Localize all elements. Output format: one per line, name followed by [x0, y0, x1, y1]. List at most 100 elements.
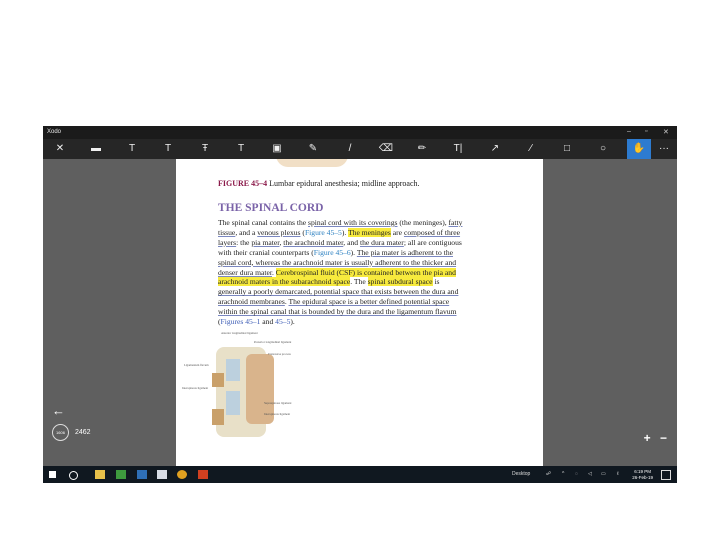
rectangle-tool-button[interactable]: □: [555, 139, 579, 159]
line-tool-button[interactable]: ∕: [519, 139, 543, 159]
label-interspinous-left: Interspinous ligament: [182, 386, 208, 390]
text-run: , and: [343, 237, 360, 247]
figure-caption-label: FIGURE 45–4: [218, 179, 268, 188]
file-explorer-icon[interactable]: [95, 470, 105, 479]
ligament-shape: [212, 373, 224, 387]
chrome-icon[interactable]: [177, 470, 187, 479]
page-indicator[interactable]: 1606 2462: [52, 424, 91, 441]
text-run: are: [390, 227, 404, 237]
label-posterior: Posterior longitudinal ligament: [254, 340, 291, 344]
people-icon[interactable]: ☍: [546, 471, 551, 477]
disc-shape: [226, 359, 240, 381]
highlighted-text: spinal subdural space: [367, 277, 433, 287]
underlined-text: venous plexus: [257, 227, 301, 237]
comment-tool-button[interactable]: ▬: [84, 139, 108, 159]
text-run: . The: [350, 277, 368, 287]
monitor-app-icon[interactable]: [137, 470, 147, 479]
volume-icon[interactable]: ◁: [588, 471, 592, 477]
search-icon[interactable]: [69, 471, 78, 480]
close-doc-button[interactable]: ✕: [48, 139, 72, 159]
ellipse-tool-button[interactable]: ○: [591, 139, 615, 159]
text-box-tool-button[interactable]: T: [120, 139, 144, 159]
highlighted-text: The meninges: [348, 227, 391, 237]
underlined-text: spinal cord, whereas the arachnoid mater…: [218, 257, 457, 267]
action-center-icon[interactable]: [661, 470, 671, 480]
paragraph-line: with their cranial counterparts (Figure …: [218, 248, 494, 258]
page-number: 2462: [75, 429, 91, 436]
underlined-text: arachnoid membranes: [218, 297, 285, 307]
photos-app-icon[interactable]: [157, 470, 167, 479]
desktop-toolbar-label[interactable]: Desktop: [512, 471, 530, 477]
underlined-text: composed of three: [403, 227, 461, 237]
label-flavum: Ligamentum flavum: [184, 363, 209, 367]
arrow-tool-button[interactable]: ↗: [483, 139, 507, 159]
paragraph-line: layers: the pia mater, the arachnoid mat…: [218, 238, 494, 248]
pen-tool-button[interactable]: /: [338, 139, 362, 159]
show-hidden-icons-icon[interactable]: ^: [562, 471, 564, 477]
section-heading: THE SPINAL CORD: [218, 202, 324, 214]
window-title: Xodo: [47, 129, 62, 135]
pan-tool-button[interactable]: ✋: [627, 139, 651, 159]
eraser-tool-button[interactable]: ⌫: [374, 139, 398, 159]
underlined-text: generally a poorly demarcated, potential…: [218, 287, 459, 297]
xodo-taskbar-icon[interactable]: [198, 470, 208, 479]
underline-tool-button[interactable]: T: [229, 139, 253, 159]
paragraph-line: arachnoid membranes. The epidural space …: [218, 297, 494, 307]
title-bar: Xodo – ▫ ✕: [43, 126, 677, 139]
underlined-text: denser dura mater: [218, 267, 272, 277]
highlight-text-tool-button[interactable]: T: [156, 139, 180, 159]
annotation-toolbar: ✕ ▬ T T Ŧ T ▣ ✎ / ⌫ ✏ T| ↗ ∕ □ ○ ✋ ···: [43, 139, 677, 159]
figure-reference-link[interactable]: 45–5: [275, 317, 290, 326]
maximize-button[interactable]: ▫: [645, 128, 647, 135]
underlined-text: the arachnoid mater: [283, 237, 344, 247]
marker-tool-button[interactable]: ✏: [410, 139, 434, 159]
paragraph-line: within the spinal canal that is bounded …: [218, 307, 494, 317]
underlined-text: The pia mater is adherent to the: [356, 247, 454, 257]
network-icon[interactable]: ◌: [575, 471, 578, 477]
underlined-text: tissue: [218, 227, 236, 237]
image-tool-button[interactable]: ▣: [265, 139, 289, 159]
text-run: : the: [236, 237, 252, 247]
label-interspinous-right: Interspinous ligament: [264, 412, 290, 416]
more-button[interactable]: ···: [655, 139, 673, 159]
pdf-page[interactable]: FIGURE 45–4 Lumbar epidural anesthesia; …: [176, 159, 543, 466]
text-run: , and a: [235, 227, 258, 237]
label-anterior: Anterior longitudinal ligament: [221, 331, 258, 335]
strikeout-tool-button[interactable]: Ŧ: [193, 139, 217, 159]
free-text-tool-button[interactable]: T|: [446, 139, 470, 159]
minimize-button[interactable]: –: [627, 128, 631, 135]
underlined-text: The epidural space is a better defined p…: [288, 297, 450, 307]
underlined-text: layers: [218, 237, 237, 247]
language-icon[interactable]: ℓ: [617, 471, 619, 477]
text-run: with their cranial counterparts (: [218, 247, 314, 257]
body-paragraph[interactable]: The spinal canal contains the spinal cor…: [218, 218, 494, 327]
figure-reference-link[interactable]: Figure 45–6: [314, 248, 351, 257]
highlighted-text: Cerebrospinal fluid (CSF) is contained b…: [275, 267, 456, 277]
back-arrow-icon[interactable]: ←: [52, 403, 65, 418]
text-run: (the meninges),: [397, 218, 449, 227]
text-run: The spinal canal contains the: [218, 218, 309, 227]
windows-start-icon[interactable]: [49, 471, 56, 478]
disc-shape: [226, 391, 240, 415]
battery-icon[interactable]: ▭: [601, 471, 606, 477]
xodo-window: Xodo – ▫ ✕ ✕ ▬ T T Ŧ T ▣ ✎ / ⌫ ✏ T| ↗ ∕ □ ○ ✋ ··· FIGURE …: [43, 126, 677, 483]
underlined-text: spinal cord with its coverings: [308, 218, 398, 227]
store-icon[interactable]: [116, 470, 126, 479]
text-run: ).: [290, 317, 295, 327]
edit-tool-button[interactable]: ✎: [301, 139, 325, 159]
figure-reference-link[interactable]: Figures 45–1: [221, 317, 261, 326]
zoom-out-button[interactable]: −: [660, 431, 667, 445]
system-clock[interactable]: 6:19 PM 26-Feb-19: [632, 469, 653, 481]
spine-illustration: Anterior longitudinal ligament Posterior…: [182, 331, 292, 437]
close-window-button[interactable]: ✕: [663, 128, 669, 136]
underlined-text: fatty: [448, 218, 463, 227]
paragraph-line: spinal cord, whereas the arachnoid mater…: [218, 258, 494, 268]
page-thumbnail-badge[interactable]: 1606: [52, 424, 69, 441]
zoom-in-button[interactable]: +: [644, 431, 651, 445]
highlighted-text: arachnoid maters in the subarachnoid spa…: [218, 277, 351, 287]
paragraph-line: arachnoid maters in the subarachnoid spa…: [218, 277, 494, 287]
figure-reference-link[interactable]: Figure 45–5: [305, 228, 342, 237]
text-run: and: [260, 317, 276, 327]
figure-caption-text: Lumbar epidural anesthesia; midline appr…: [269, 179, 420, 188]
paragraph-line: (Figures 45–1 and 45–5).: [218, 317, 494, 327]
